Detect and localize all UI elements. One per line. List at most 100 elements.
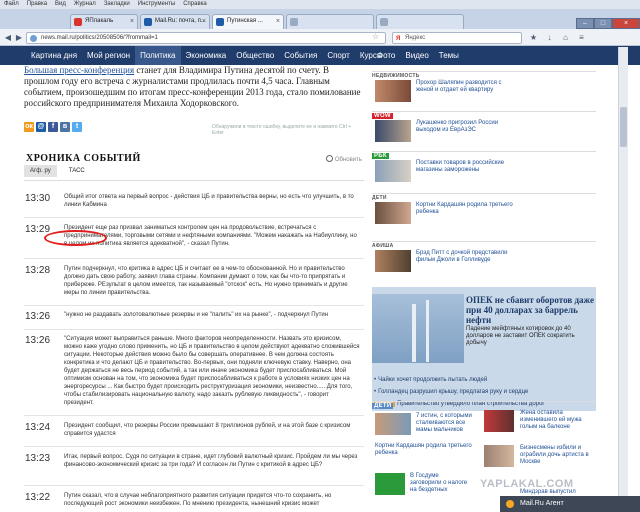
- opec-subtitle: Падение мейфтяных котировок до 40 доллар…: [466, 326, 575, 346]
- nav-item-photo[interactable]: Фото: [372, 46, 400, 65]
- error-report-note: Обнаружили в тексте ошибку, выделите ее …: [212, 124, 352, 136]
- window-close-icon[interactable]: ×: [612, 18, 640, 29]
- entry-text: Путин сказал, что в случае неблагоприятн…: [64, 493, 332, 507]
- nav-item-sport[interactable]: Спорт: [322, 46, 355, 65]
- site-navigation: Картина дня Мой регион Политика Экономик…: [0, 46, 640, 65]
- opec-related-link[interactable]: • Голландец разрушил крышу, предлагая рук…: [374, 389, 594, 395]
- url-text: news.mail.ru/politics/20508506/?frommail…: [41, 35, 158, 41]
- section-afisha: АФИША: [372, 241, 596, 249]
- divider: [24, 329, 364, 330]
- site-nav-left: Картина дня Мой регион Политика Экономик…: [26, 46, 388, 65]
- nav-item-my-region[interactable]: Мой регион: [82, 46, 135, 65]
- ok-icon[interactable]: ок: [24, 122, 34, 132]
- vk-icon[interactable]: в: [60, 122, 70, 132]
- rbk-logo-icon: [375, 473, 405, 495]
- divider: [24, 305, 364, 306]
- entry-time: 13:30: [25, 193, 51, 204]
- entry-text: Президент сообщил, что резервы России пр…: [64, 423, 351, 437]
- tab-putin-article[interactable]: Путинская ... ×: [212, 14, 284, 29]
- entry-text: Президент еще раз призвал заниматься кон…: [64, 225, 357, 247]
- scrollbar-thumb[interactable]: [620, 107, 627, 147]
- facebook-icon[interactable]: f: [48, 122, 58, 132]
- entry-text: Общий итог ответа на первый вопрос - дей…: [64, 194, 354, 208]
- nav-item-topics[interactable]: Темы: [434, 46, 464, 65]
- page-favicon-icon: [290, 18, 298, 26]
- tab-mailru[interactable]: Mail.Ru: почта, п... ×: [140, 14, 210, 29]
- source-tab-tass[interactable]: ТАСС: [63, 165, 91, 177]
- menu-icon[interactable]: ≡: [576, 32, 587, 43]
- red-highlight-circle: [44, 230, 107, 246]
- menu-help[interactable]: Справка: [183, 0, 207, 9]
- section-realty: НЕДВИЖИМОСТЬ: [372, 71, 596, 79]
- close-icon[interactable]: ×: [202, 15, 206, 28]
- opec-related-link[interactable]: • Чайки хочет продолжить пытать людей: [374, 377, 594, 383]
- address-bar[interactable]: news.mail.ru/politics/20508506/?frommail…: [26, 32, 386, 44]
- menu-edit[interactable]: Правка: [27, 0, 47, 9]
- nav-item-events[interactable]: События: [279, 46, 322, 65]
- menu-bookmarks[interactable]: Закладки: [104, 0, 130, 9]
- refresh-button[interactable]: Обновить: [325, 155, 362, 163]
- nav-item-politics[interactable]: Политика: [135, 46, 181, 65]
- oil-rig-image[interactable]: [372, 294, 464, 363]
- home-icon[interactable]: ⌂: [560, 32, 571, 43]
- section-kids: ДЕТИ: [372, 193, 596, 201]
- twitter-icon[interactable]: t: [72, 122, 82, 132]
- browser-tabbar: ЯПлакаль × Mail.Ru: почта, п... × Путинс…: [0, 9, 640, 29]
- close-icon[interactable]: ×: [276, 15, 280, 28]
- rig-shape: [426, 300, 429, 362]
- browser-menubar: Файл Правка Вид Журнал Закладки Инструме…: [0, 0, 640, 9]
- close-icon[interactable]: ×: [130, 15, 134, 28]
- entry-time: 13:26: [25, 335, 51, 346]
- download-icon[interactable]: ↓: [544, 32, 555, 43]
- source-tabs: Агф. ру ТАСС: [24, 165, 91, 177]
- watermark-text: YAPLAKAL.COM: [480, 478, 574, 490]
- opec-feature-block: ОПЕК не сбавит оборотов даже при 40 долл…: [372, 287, 596, 411]
- mailru-favicon-icon: [144, 18, 152, 26]
- divider: [24, 446, 364, 447]
- menu-view[interactable]: Вид: [55, 0, 66, 9]
- divider: [24, 180, 364, 181]
- search-placeholder: Яндекс: [405, 35, 426, 41]
- tab-blank-2[interactable]: [376, 14, 464, 29]
- share-buttons: ок @ f в t: [24, 122, 82, 132]
- divider: [24, 415, 364, 416]
- mail-agent-icon: [506, 500, 514, 508]
- nav-item-society[interactable]: Общество: [231, 46, 279, 65]
- mail-agent-bar[interactable]: Mail.Ru Агент: [500, 496, 640, 512]
- maximize-icon[interactable]: □: [594, 18, 612, 29]
- news-thumbnail: [375, 413, 411, 435]
- chronicle-header: ХРОНИКА СОБЫТИЙ Обновить: [26, 153, 364, 165]
- press-conference-link[interactable]: Большая пресс-конференция: [24, 65, 134, 75]
- entry-text: Путин подчеркнул, что критика в адрес ЦБ…: [64, 266, 348, 296]
- source-tab-agf[interactable]: Агф. ру: [24, 165, 57, 177]
- mail-icon[interactable]: @: [36, 122, 46, 132]
- bookmarks-icon[interactable]: ★: [528, 32, 539, 43]
- search-box[interactable]: Я Яндекс: [392, 32, 522, 44]
- menu-history[interactable]: Журнал: [74, 0, 96, 9]
- bookmark-star-icon[interactable]: ☆: [372, 32, 379, 41]
- sidebar: НЕДВИЖИМОСТЬ Прохор Шаляпин разводится с…: [372, 65, 596, 512]
- nav-item-video[interactable]: Видео: [400, 46, 433, 65]
- forward-arrow-icon[interactable]: ▶: [13, 32, 25, 43]
- minimize-icon[interactable]: –: [576, 18, 594, 29]
- nav-item-picture-of-day[interactable]: Картина дня: [26, 46, 82, 65]
- news-thumbnail: [484, 410, 514, 432]
- tab-blank-1[interactable]: [286, 14, 374, 29]
- tab-yaplakal[interactable]: ЯПлакаль ×: [70, 14, 138, 29]
- window-controls: – □ ×: [576, 18, 640, 29]
- chronicle-title: ХРОНИКА СОБЫТИЙ: [26, 153, 141, 164]
- news-thumbnail: [375, 80, 411, 102]
- menu-tools[interactable]: Инструменты: [138, 0, 175, 9]
- section-rbk: РБК: [372, 151, 596, 159]
- mailru-news-favicon-icon: [216, 18, 224, 26]
- browser-toolbar-icons: ★ ↓ ⌂ ≡: [528, 32, 587, 43]
- yaplakal-favicon-icon: [74, 18, 82, 26]
- nav-item-economy[interactable]: Экономика: [181, 46, 232, 65]
- menu-file[interactable]: Файл: [4, 0, 19, 9]
- page-scrollbar[interactable]: [618, 47, 628, 512]
- opec-headline[interactable]: ОПЕК не сбавит оборотов даже при 40 долл…: [466, 295, 594, 325]
- refresh-icon: [325, 155, 333, 162]
- page-favicon-icon: [380, 18, 388, 26]
- news-thumbnail: [375, 160, 411, 182]
- news-thumbnail: [375, 202, 411, 224]
